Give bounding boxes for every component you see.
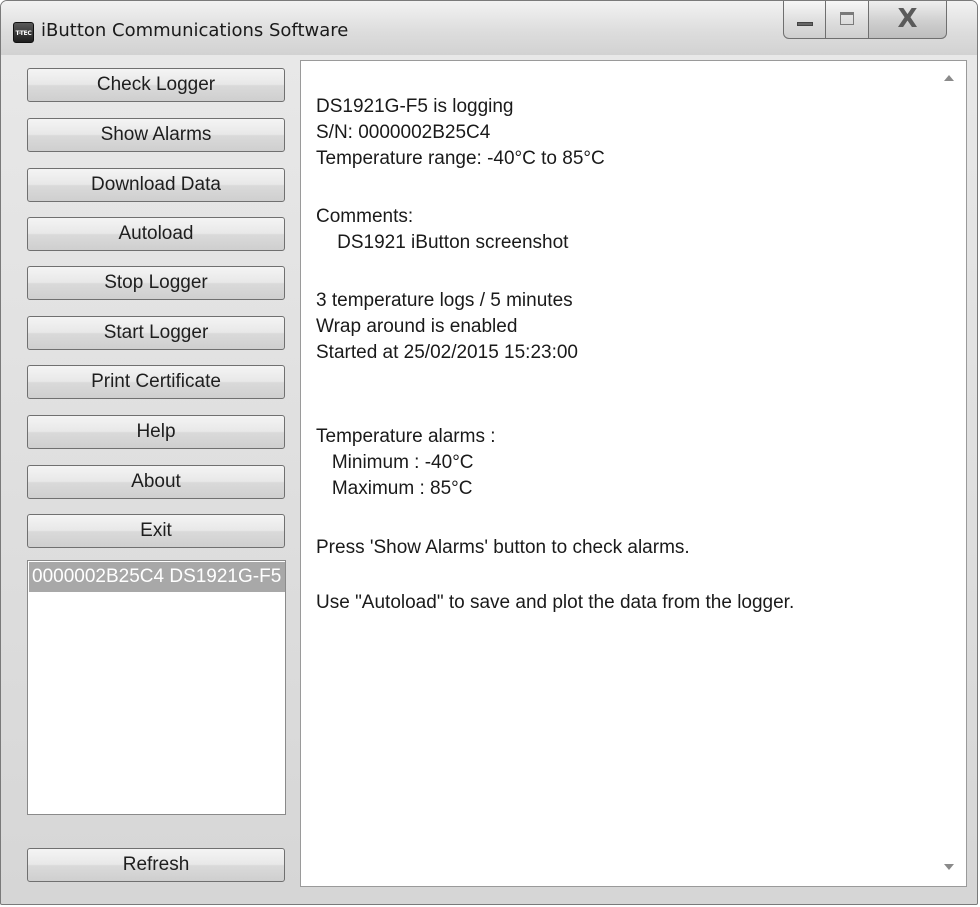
output-line: 3 temperature logs / 5 minutes	[316, 290, 573, 311]
output-line: Temperature range: -40°C to 85°C	[316, 148, 605, 169]
window-controls: X	[783, 1, 947, 39]
device-list-item[interactable]: 0000002B25C4 DS1921G-F5	[29, 562, 285, 592]
scroll-down-arrow-icon[interactable]	[944, 864, 954, 870]
output-line: Wrap around is enabled	[316, 316, 518, 337]
autoload-button[interactable]: Autoload	[27, 217, 285, 251]
close-icon: X	[897, 4, 918, 34]
exit-button[interactable]: Exit	[27, 514, 285, 548]
maximize-icon	[840, 12, 854, 25]
title-bar[interactable]: T-TEC iButton Communications Software X	[1, 1, 977, 55]
scroll-up-arrow-icon[interactable]	[944, 75, 954, 81]
start-logger-button[interactable]: Start Logger	[27, 316, 285, 350]
help-button[interactable]: Help	[27, 415, 285, 449]
output-line: DS1921 iButton screenshot	[316, 232, 569, 253]
stop-logger-button[interactable]: Stop Logger	[27, 266, 285, 300]
output-line: Use "Autoload" to save and plot the data…	[316, 592, 795, 613]
output-line: Minimum : -40°C	[316, 452, 474, 473]
app-logo-icon: T-TEC	[13, 22, 34, 43]
print-certificate-button[interactable]: Print Certificate	[27, 365, 285, 399]
show-alarms-button[interactable]: Show Alarms	[27, 118, 285, 152]
about-button[interactable]: About	[27, 465, 285, 499]
output-line: Started at 25/02/2015 15:23:00	[316, 342, 578, 363]
output-line: Maximum : 85°C	[316, 478, 473, 499]
device-listbox[interactable]: 0000002B25C4 DS1921G-F5	[27, 560, 286, 815]
maximize-button[interactable]	[826, 1, 869, 39]
refresh-button[interactable]: Refresh	[27, 848, 285, 882]
output-line: Press 'Show Alarms' button to check alar…	[316, 537, 690, 558]
check-logger-button[interactable]: Check Logger	[27, 68, 285, 102]
close-button[interactable]: X	[869, 1, 947, 39]
app-window: T-TEC iButton Communications Software X …	[0, 0, 978, 905]
output-line: S/N: 0000002B25C4	[316, 122, 491, 143]
minimize-icon	[797, 22, 813, 26]
output-line: Temperature alarms :	[316, 426, 496, 447]
logger-info-textbox[interactable]: DS1921G-F5 is logging S/N: 0000002B25C4 …	[300, 60, 967, 887]
minimize-button[interactable]	[783, 1, 826, 39]
output-line: Comments:	[316, 206, 414, 227]
output-line: DS1921G-F5 is logging	[316, 96, 514, 117]
window-title: iButton Communications Software	[41, 20, 349, 41]
download-data-button[interactable]: Download Data	[27, 168, 285, 202]
